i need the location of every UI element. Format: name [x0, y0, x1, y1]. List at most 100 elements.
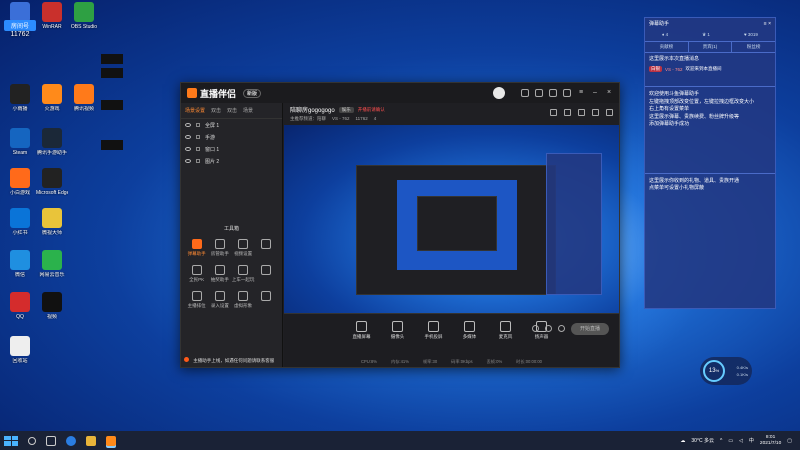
desktop-icon[interactable]: 腾讯手游助手	[36, 128, 68, 156]
network-speed-widget[interactable]: 13% 0.4K/s 0.1K/s	[700, 357, 752, 385]
tool-item[interactable]: 全民PK	[185, 265, 208, 283]
stream-preview[interactable]	[284, 125, 619, 335]
lock-icon[interactable]	[196, 147, 200, 151]
layer-label: 窗口 1	[205, 146, 220, 153]
fullscreen-icon[interactable]	[606, 109, 613, 116]
desktop-icon[interactable]: 回收站	[4, 336, 36, 364]
lock-room-icon[interactable]	[578, 109, 585, 116]
close-icon[interactable]: ×	[605, 89, 613, 97]
share-icon[interactable]	[564, 109, 571, 116]
weather-icon[interactable]: ☁	[680, 438, 685, 444]
desktop-icon[interactable]: OBS Studio	[68, 2, 100, 30]
user-avatar[interactable]	[493, 87, 505, 99]
ime-icon[interactable]: 中	[749, 437, 754, 444]
weather-text[interactable]: 30°C 多云	[691, 437, 714, 444]
desktop-icon[interactable]: 腾讯视频	[68, 84, 100, 112]
volume-icon[interactable]: ◁	[739, 438, 743, 444]
room-title[interactable]: 陪聊房gogogogo	[290, 105, 335, 114]
tool-item[interactable]: 主播排位	[185, 291, 208, 309]
tool-item[interactable]: 上车一起玩	[232, 265, 255, 283]
tool-label: 虚拟形象	[234, 303, 253, 308]
tool-item[interactable]: 弹幕助手	[185, 239, 208, 257]
room-user-id: VS - 762	[332, 116, 350, 121]
tool-item[interactable]: 抽奖助手	[208, 265, 231, 283]
tool-label: 抽奖助手	[210, 277, 229, 282]
screenshot-icon[interactable]	[550, 109, 557, 116]
notification-icon[interactable]: ▢	[787, 438, 792, 444]
desktop-icon-label: Steam	[12, 150, 28, 156]
tool-item[interactable]	[255, 291, 278, 309]
layer-item[interactable]: 窗口 1	[181, 143, 282, 155]
tool-item[interactable]: 虚拟形象	[232, 291, 255, 309]
camera-mini-icon[interactable]	[532, 325, 539, 332]
tab-double-2[interactable]: 双击	[227, 107, 237, 114]
desktop-icon[interactable]: 火游戏	[36, 84, 68, 112]
eye-icon[interactable]	[185, 159, 191, 163]
room-category-tag[interactable]: 娱乐	[338, 106, 354, 113]
task-view-icon[interactable]	[46, 435, 56, 446]
notice-bar[interactable]: 主播助手上线，如遇任何问题请联系客服	[184, 357, 424, 364]
menu-icon[interactable]: ≡	[577, 89, 585, 97]
eye-icon[interactable]	[185, 123, 191, 127]
tab-double-1[interactable]: 双击	[211, 107, 221, 114]
desktop-icon[interactable]: 微信	[4, 250, 36, 278]
desktop-icon[interactable]: 小红书	[4, 208, 36, 236]
desktop-icon[interactable]: 网易云音乐	[36, 250, 68, 278]
tool-item[interactable]	[255, 265, 278, 283]
source-button[interactable]: 麦克风	[495, 321, 517, 340]
layer-item[interactable]: 全屏 1	[181, 119, 282, 131]
desktop-icon[interactable]: WinRAR	[36, 2, 68, 30]
lock-icon[interactable]	[196, 135, 200, 139]
tab-scene[interactable]: 场景	[243, 107, 253, 114]
eye-icon[interactable]	[185, 147, 191, 151]
lock-icon[interactable]	[196, 159, 200, 163]
clock[interactable]: 8:01 2021/7/10	[760, 435, 781, 447]
layer-item[interactable]: 手游	[181, 131, 282, 143]
settings-icon[interactable]	[558, 325, 565, 332]
minimize-icon[interactable]: –	[591, 89, 599, 97]
live-companion-taskbar-icon[interactable]	[106, 435, 116, 446]
tab-vip[interactable]: 贵宾(1)	[689, 42, 733, 52]
desktop-icon[interactable]: 微视大师	[36, 208, 68, 236]
tab-fans[interactable]: 粉丝榜	[732, 42, 775, 52]
file-explorer-icon[interactable]	[86, 435, 96, 446]
danmu-header[interactable]: 弹幕助手 ≡ ×	[645, 18, 775, 29]
chart-icon[interactable]	[535, 89, 543, 97]
message-icon[interactable]	[563, 89, 571, 97]
danmu-menu-icon[interactable]: ≡ ×	[764, 21, 771, 27]
desktop-icon[interactable]: 小白游戏	[4, 168, 36, 196]
source-button[interactable]: 手机投屏	[423, 321, 445, 340]
beauty-icon[interactable]	[545, 325, 552, 332]
tool-item[interactable]	[255, 239, 278, 257]
copy-icon[interactable]	[592, 109, 599, 116]
source-button[interactable]: 直播屏幕	[351, 321, 373, 340]
tab-scene-settings[interactable]: 场景设置	[185, 107, 205, 114]
tool-item[interactable]: 录入设置	[208, 291, 231, 309]
network-icon[interactable]: ▭	[728, 438, 733, 444]
danmu-username[interactable]: VS - 762	[665, 67, 683, 72]
layer-item[interactable]: 图片 2	[181, 155, 282, 167]
desktop-icon[interactable]: Microsoft Edge	[36, 168, 68, 196]
window-titlebar[interactable]: 直播伴侣 新版 ≡ – ×	[181, 83, 619, 103]
gift-icon[interactable]	[521, 89, 529, 97]
search-icon[interactable]	[28, 436, 36, 445]
tool-item[interactable]: 房管助手	[208, 239, 231, 257]
tool-label: 主播排位	[187, 303, 206, 308]
tray-up-icon[interactable]: ^	[720, 438, 722, 444]
source-button[interactable]: 多媒体	[459, 321, 481, 340]
room-warning[interactable]: 开播前请确认	[358, 107, 385, 113]
desktop-icon[interactable]: 视频	[36, 292, 68, 320]
tab-contribution[interactable]: 贡献榜	[645, 42, 689, 52]
start-button[interactable]	[4, 435, 18, 446]
source-button[interactable]: 摄像头	[387, 321, 409, 340]
start-live-button[interactable]: 开始直播	[571, 323, 609, 335]
desktop-icon[interactable]: 小雨播	[4, 84, 36, 112]
tool-item[interactable]: 视频设置	[232, 239, 255, 257]
desktop-icon[interactable]: Steam	[4, 128, 36, 156]
desktop-icon[interactable]: QQ	[4, 292, 36, 320]
shirt-icon[interactable]	[549, 89, 557, 97]
tool-icon	[191, 291, 202, 301]
edge-taskbar-icon[interactable]	[66, 435, 76, 446]
lock-icon[interactable]	[196, 123, 200, 127]
eye-icon[interactable]	[185, 135, 191, 139]
